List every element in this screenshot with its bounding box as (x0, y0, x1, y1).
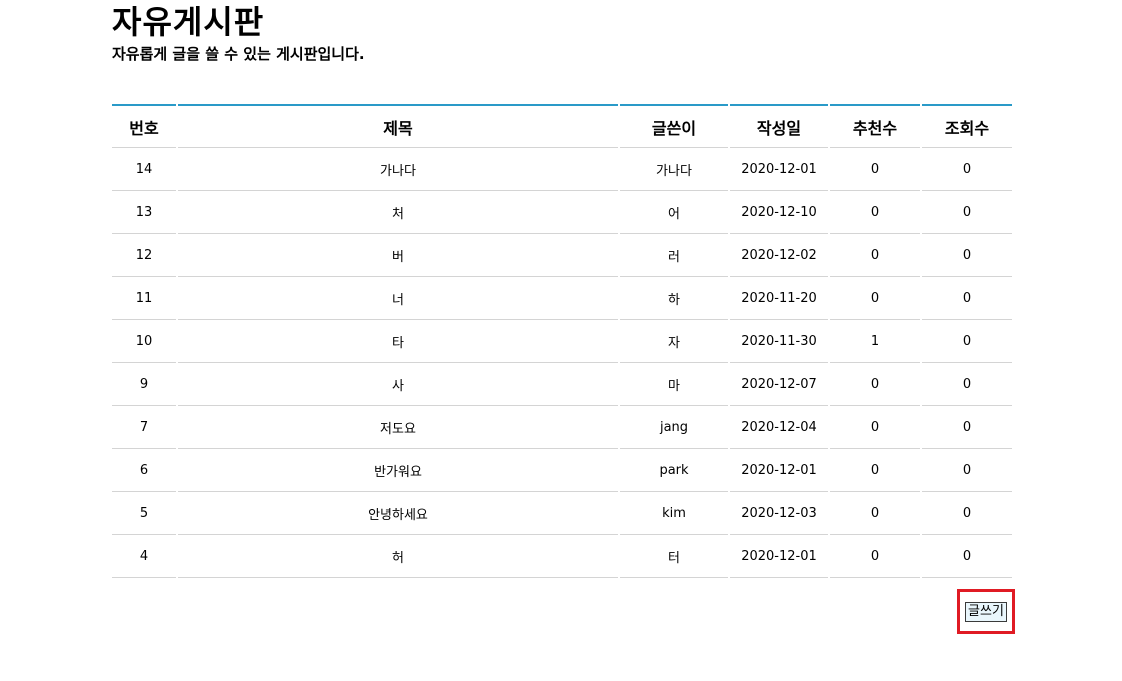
post-number: 10 (112, 320, 176, 363)
post-view-count: 0 (922, 492, 1012, 535)
post-date: 2020-12-02 (730, 234, 828, 277)
post-author: 가나다 (620, 148, 728, 191)
write-button-highlight: 글쓰기 (957, 589, 1015, 634)
board-table: 번호 제목 글쓴이 작성일 추천수 조회수 14 가나다 가나다 2020-12… (110, 104, 1014, 578)
post-author: 터 (620, 535, 728, 578)
table-row[interactable]: 6 반가워요 park 2020-12-01 0 0 (112, 449, 1012, 492)
post-title-link[interactable]: 사 (178, 363, 618, 406)
post-recommend-count: 0 (830, 277, 920, 320)
post-recommend-count: 0 (830, 406, 920, 449)
post-date: 2020-12-01 (730, 148, 828, 191)
post-date: 2020-12-03 (730, 492, 828, 535)
table-row[interactable]: 9 사 마 2020-12-07 0 0 (112, 363, 1012, 406)
page-subtitle: 자유롭게 글을 쓸 수 있는 게시판입니다. (112, 45, 365, 63)
post-title-link[interactable]: 타 (178, 320, 618, 363)
post-author: 어 (620, 191, 728, 234)
post-view-count: 0 (922, 535, 1012, 578)
post-number: 14 (112, 148, 176, 191)
post-author: 자 (620, 320, 728, 363)
post-view-count: 0 (922, 148, 1012, 191)
post-title-link[interactable]: 처 (178, 191, 618, 234)
post-recommend-count: 0 (830, 535, 920, 578)
post-title-link[interactable]: 허 (178, 535, 618, 578)
post-title-link[interactable]: 반가워요 (178, 449, 618, 492)
table-row[interactable]: 5 안녕하세요 kim 2020-12-03 0 0 (112, 492, 1012, 535)
post-date: 2020-12-01 (730, 449, 828, 492)
post-date: 2020-12-01 (730, 535, 828, 578)
column-header-number: 번호 (112, 104, 176, 148)
post-recommend-count: 0 (830, 449, 920, 492)
post-recommend-count: 0 (830, 191, 920, 234)
table-row[interactable]: 7 저도요 jang 2020-12-04 0 0 (112, 406, 1012, 449)
table-row[interactable]: 11 너 하 2020-11-20 0 0 (112, 277, 1012, 320)
post-number: 9 (112, 363, 176, 406)
post-recommend-count: 0 (830, 148, 920, 191)
post-number: 13 (112, 191, 176, 234)
table-row[interactable]: 13 처 어 2020-12-10 0 0 (112, 191, 1012, 234)
post-view-count: 0 (922, 320, 1012, 363)
table-row[interactable]: 4 허 터 2020-12-01 0 0 (112, 535, 1012, 578)
post-recommend-count: 0 (830, 234, 920, 277)
post-author: 하 (620, 277, 728, 320)
post-date: 2020-11-30 (730, 320, 828, 363)
header-row: 번호 제목 글쓴이 작성일 추천수 조회수 (112, 104, 1012, 148)
column-header-recommend: 추천수 (830, 104, 920, 148)
post-view-count: 0 (922, 277, 1012, 320)
post-title-link[interactable]: 안녕하세요 (178, 492, 618, 535)
table-row[interactable]: 14 가나다 가나다 2020-12-01 0 0 (112, 148, 1012, 191)
write-post-button[interactable]: 글쓰기 (965, 602, 1007, 622)
post-title-link[interactable]: 버 (178, 234, 618, 277)
board-table-body: 14 가나다 가나다 2020-12-01 0 0 13 처 어 2020-12… (112, 148, 1012, 578)
post-recommend-count: 0 (830, 363, 920, 406)
post-view-count: 0 (922, 234, 1012, 277)
post-date: 2020-12-10 (730, 191, 828, 234)
board-table-header: 번호 제목 글쓴이 작성일 추천수 조회수 (112, 104, 1012, 148)
post-title-link[interactable]: 가나다 (178, 148, 618, 191)
post-view-count: 0 (922, 449, 1012, 492)
post-author: jang (620, 406, 728, 449)
post-date: 2020-12-07 (730, 363, 828, 406)
post-title-link[interactable]: 너 (178, 277, 618, 320)
table-row[interactable]: 12 버 러 2020-12-02 0 0 (112, 234, 1012, 277)
post-number: 6 (112, 449, 176, 492)
post-author: 마 (620, 363, 728, 406)
post-title-link[interactable]: 저도요 (178, 406, 618, 449)
post-number: 11 (112, 277, 176, 320)
post-view-count: 0 (922, 363, 1012, 406)
post-view-count: 0 (922, 406, 1012, 449)
post-author: 러 (620, 234, 728, 277)
post-recommend-count: 1 (830, 320, 920, 363)
post-number: 4 (112, 535, 176, 578)
column-header-author: 글쓴이 (620, 104, 728, 148)
column-header-title: 제목 (178, 104, 618, 148)
post-author: park (620, 449, 728, 492)
post-author: kim (620, 492, 728, 535)
post-date: 2020-11-20 (730, 277, 828, 320)
post-recommend-count: 0 (830, 492, 920, 535)
column-header-date: 작성일 (730, 104, 828, 148)
page-title: 자유게시판 (112, 3, 265, 41)
table-row[interactable]: 10 타 자 2020-11-30 1 0 (112, 320, 1012, 363)
post-number: 12 (112, 234, 176, 277)
column-header-views: 조회수 (922, 104, 1012, 148)
post-view-count: 0 (922, 191, 1012, 234)
post-number: 5 (112, 492, 176, 535)
post-date: 2020-12-04 (730, 406, 828, 449)
post-number: 7 (112, 406, 176, 449)
